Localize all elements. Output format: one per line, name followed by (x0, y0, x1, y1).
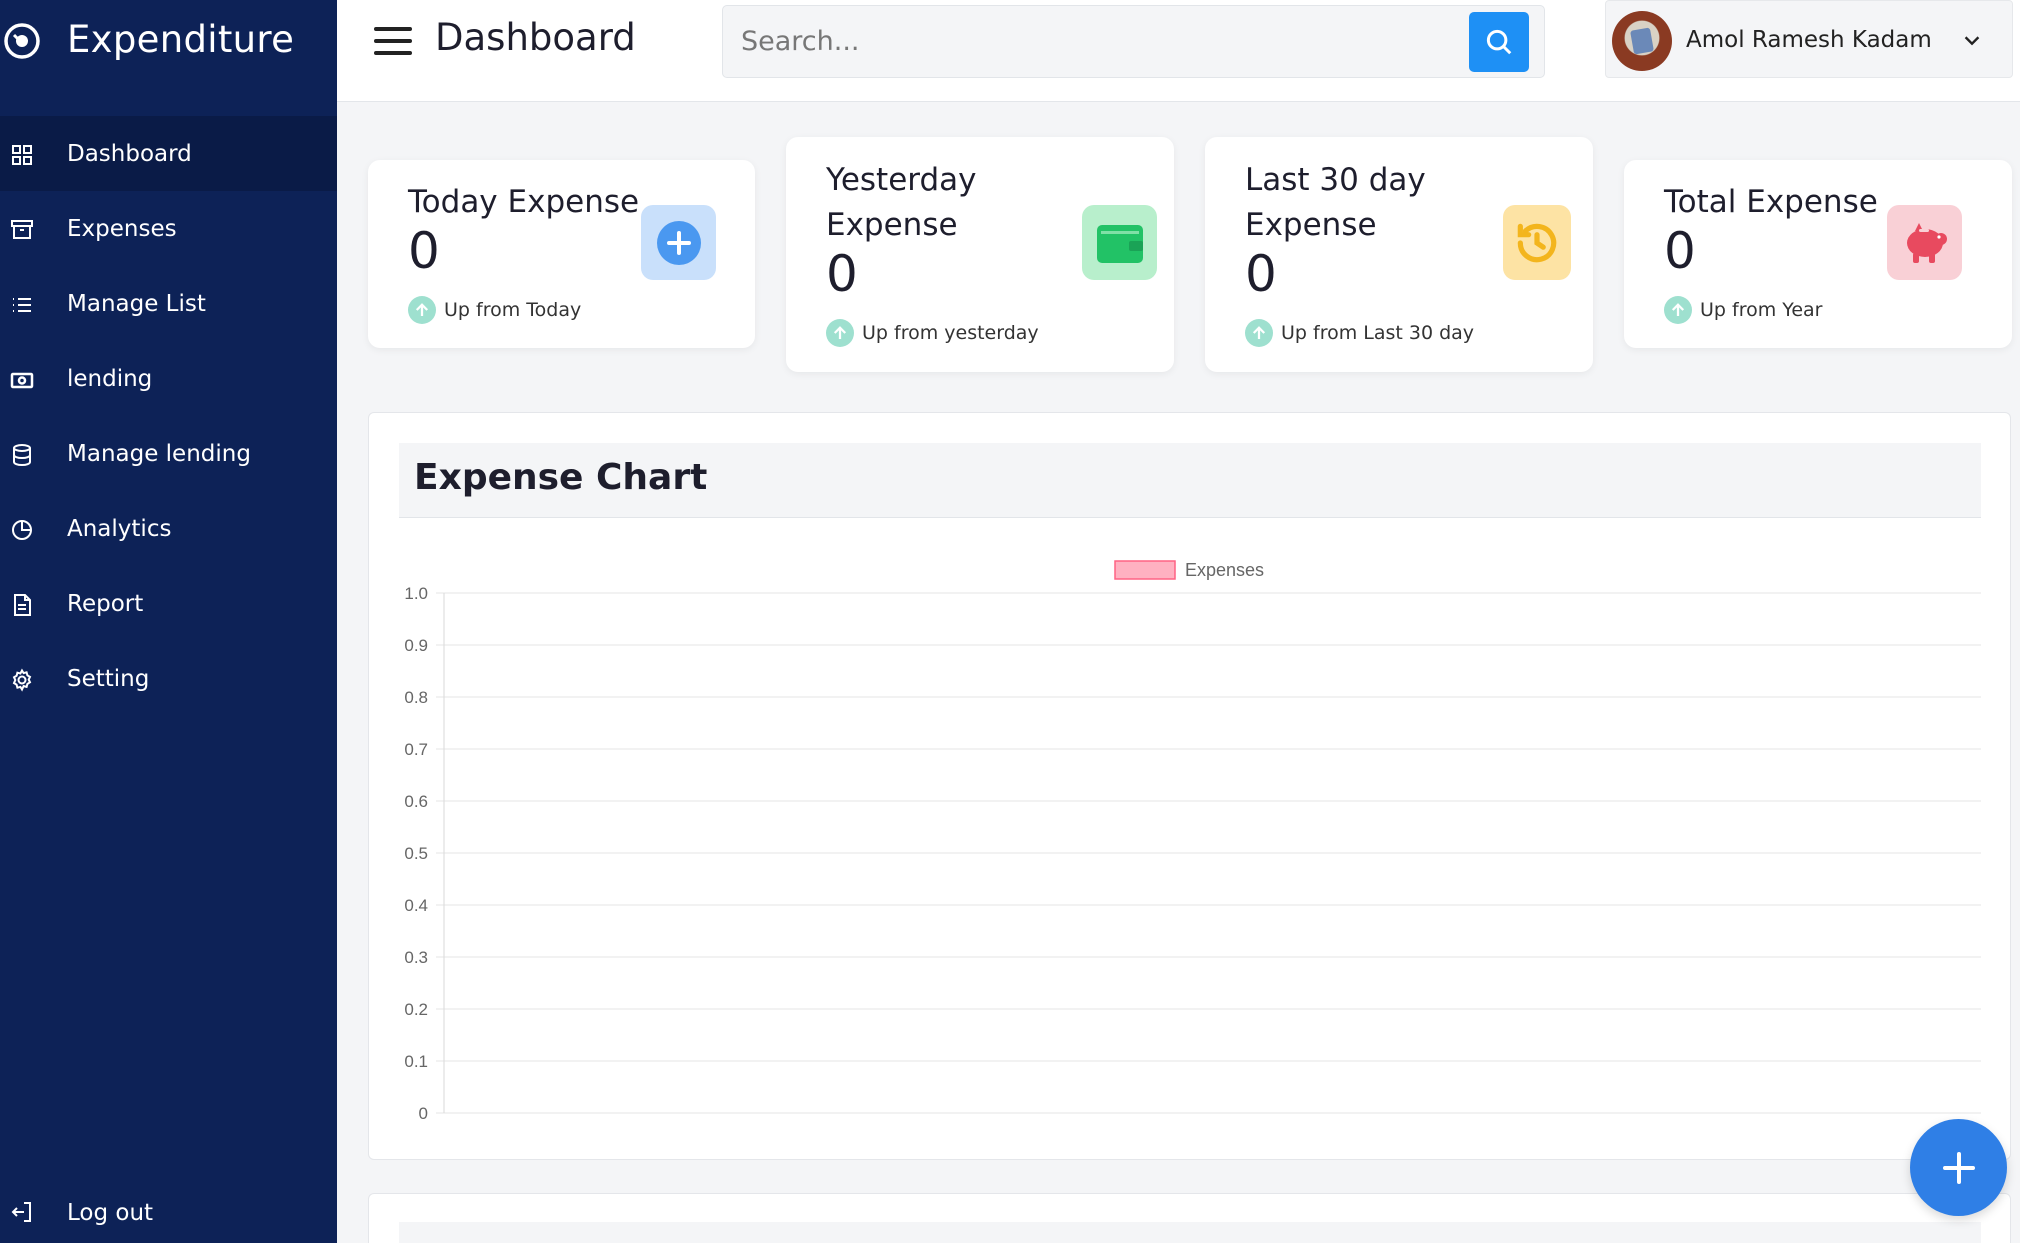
cash-icon (10, 372, 34, 389)
card-trend: Up from Last 30 day (1245, 319, 1474, 347)
y-tick-label: 1.0 (404, 584, 428, 603)
sidebar-item-setting[interactable]: Setting (0, 641, 337, 716)
arrow-up-icon (408, 296, 436, 324)
menu-toggle-icon[interactable] (374, 27, 412, 57)
sidebar-item-label: Dashboard (67, 140, 192, 167)
sidebar-item-manage-list[interactable]: Manage List (0, 266, 337, 341)
arrow-up-icon (1245, 319, 1273, 347)
total-expense-card[interactable]: Total Expense 0 Up from Year (1624, 160, 2012, 348)
y-tick-label: 0.1 (404, 1052, 428, 1071)
legend-label: Expenses (1185, 560, 1264, 580)
logout-label: Log out (67, 1199, 154, 1226)
sidebar-item-label: Expenses (67, 215, 177, 242)
card-badge (1503, 205, 1571, 280)
y-tick-label: 0.6 (404, 792, 428, 811)
plus-circle-icon (656, 220, 701, 265)
sidebar-item-lending[interactable]: lending (0, 341, 337, 416)
piggy-bank-icon (1906, 222, 1947, 263)
grid-icon (12, 145, 32, 165)
app-title: Expenditure (67, 18, 295, 61)
sidebar-item-manage-lending[interactable]: Manage lending (0, 416, 337, 491)
secondary-panel-header (399, 1222, 1981, 1243)
card-trend-text: Up from Year (1700, 299, 1823, 321)
search-icon (1486, 29, 1512, 55)
search-bar (722, 5, 1545, 78)
yesterday-expense-card[interactable]: Yesterday Expense 0 Up from yesterday (786, 137, 1174, 372)
logout-icon (11, 1202, 31, 1222)
wallet-icon (1096, 224, 1143, 263)
gear-icon (12, 668, 32, 692)
card-title-line-2: Expense (1245, 207, 1377, 243)
card-title-line-2: Expense (826, 207, 958, 243)
card-value: 0 (1245, 245, 1277, 303)
y-tick-label: 0.2 (404, 1000, 428, 1019)
expense-chart: 1.0 0.9 0.8 0.7 0.6 0.5 0.4 0.3 0.2 0.1 0 Expenses (404, 560, 1981, 1123)
logout-button[interactable]: Log out (0, 1175, 337, 1243)
y-tick-label: 0.3 (404, 948, 428, 967)
sidebar-item-label: lending (67, 365, 153, 392)
legend-swatch (1114, 560, 1176, 580)
top-header: Dashboard Amol Ramesh Kadam (337, 0, 2020, 102)
sidebar-item-label: Manage List (67, 290, 206, 317)
database-icon (13, 444, 31, 467)
expense-chart-panel: Expense Chart 1.0 0.9 0.8 0.7 0.6 0.5 0.4 0.3 0.… (368, 412, 2011, 1160)
card-trend-text: Up from Last 30 day (1281, 322, 1475, 344)
card-trend-text: Up from yesterday (862, 322, 1039, 344)
plus-icon (1942, 1151, 1975, 1184)
sidebar-item-label: Analytics (67, 515, 172, 542)
search-input[interactable] (741, 18, 1441, 64)
search-button[interactable] (1469, 12, 1529, 72)
today-expense-card[interactable]: Today Expense 0 Up from Today (368, 160, 755, 348)
card-title: Today Expense (408, 184, 640, 220)
card-value: 0 (408, 222, 440, 280)
sidebar-item-report[interactable]: Report (0, 566, 337, 641)
user-name: Amol Ramesh Kadam (1686, 27, 1932, 53)
sidebar-item-analytics[interactable]: Analytics (0, 491, 337, 566)
sidebar-item-dashboard[interactable]: Dashboard (0, 116, 337, 191)
list-icon (13, 298, 31, 312)
history-icon (1517, 223, 1557, 262)
chevron-down-icon (1964, 36, 1980, 46)
secondary-panel (368, 1193, 2011, 1243)
card-trend: Up from yesterday (826, 319, 1039, 347)
page-title: Dashboard (435, 16, 636, 59)
add-expense-button[interactable] (1910, 1119, 2007, 1216)
user-menu[interactable]: Amol Ramesh Kadam (1605, 0, 2013, 78)
sidebar-item-expenses[interactable]: Expenses (0, 191, 337, 266)
brand-logo-icon (4, 23, 40, 59)
arrow-up-icon (1664, 296, 1692, 324)
card-title-line-1: Last 30 day (1245, 162, 1426, 198)
y-tick-label: 0.7 (404, 740, 428, 759)
card-badge (641, 205, 716, 280)
last-30-day-expense-card[interactable]: Last 30 day Expense 0 Up from Last 30 da… (1205, 137, 1593, 372)
card-trend: Up from Year (1664, 296, 1823, 324)
card-title-line-1: Yesterday (826, 162, 977, 198)
card-trend: Up from Today (408, 296, 581, 324)
avatar (1612, 11, 1672, 71)
card-badge (1082, 205, 1157, 280)
pie-chart-icon (12, 520, 32, 540)
y-tick-label: 0.9 (404, 636, 428, 655)
sidebar-item-label: Setting (67, 665, 150, 692)
card-title: Total Expense (1664, 184, 1878, 220)
y-tick-label: 0.4 (404, 896, 428, 915)
sidebar-nav: Dashboard Expenses Manage List lending M… (0, 116, 337, 716)
card-badge (1887, 205, 1962, 280)
sidebar: Expenditure Dashboard Expenses Manage Li… (0, 0, 337, 1243)
y-tick-label: 0 (419, 1104, 428, 1123)
card-trend-text: Up from Today (444, 299, 582, 321)
archive-icon (11, 220, 33, 239)
card-value: 0 (1664, 222, 1696, 280)
y-tick-label: 0.8 (404, 688, 428, 707)
sidebar-item-label: Report (67, 590, 144, 617)
y-tick-label: 0.5 (404, 844, 428, 863)
card-value: 0 (826, 245, 858, 303)
sidebar-item-label: Manage lending (67, 440, 251, 467)
arrow-up-icon (826, 319, 854, 347)
document-icon (14, 594, 31, 616)
